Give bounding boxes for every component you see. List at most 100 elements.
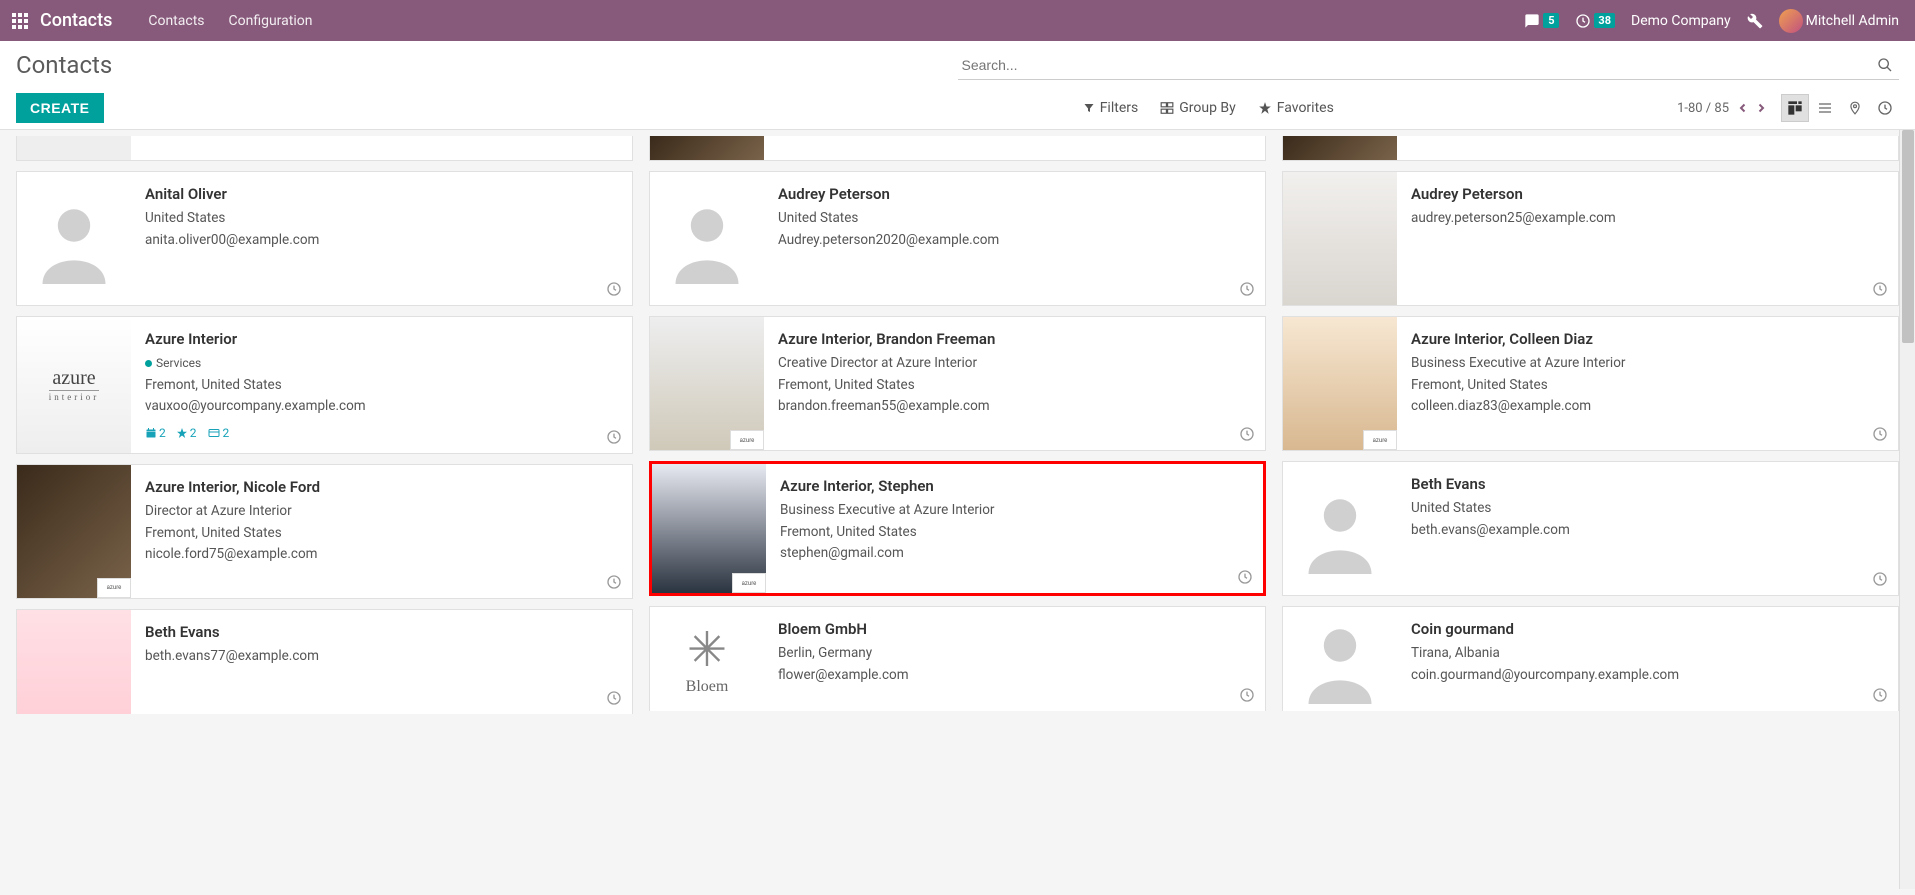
pager-next[interactable] [1755, 102, 1767, 114]
search-icon[interactable] [1871, 57, 1899, 73]
company-badge: azure [730, 430, 764, 450]
contact-photo: azure [17, 465, 131, 598]
contact-line: nicole.ford75@example.com [145, 544, 618, 566]
contact-line: United States [145, 208, 618, 230]
kanban-column: Audrey PetersonUnited StatesAudrey.peter… [649, 136, 1266, 869]
contact-photo: azure [1283, 317, 1397, 450]
contact-line: United States [1411, 498, 1884, 520]
contact-line: colleen.diaz83@example.com [1411, 396, 1884, 418]
company-switcher[interactable]: Demo Company [1625, 0, 1737, 41]
view-map[interactable] [1841, 94, 1869, 122]
view-list[interactable] [1811, 94, 1839, 122]
favorites-dropdown[interactable]: Favorites [1258, 100, 1334, 116]
debug-icon[interactable] [1741, 0, 1769, 41]
create-button[interactable]: CREATE [16, 93, 104, 123]
contact-name: Coin gourmand [1411, 617, 1884, 641]
contact-name: Azure Interior, Nicole Ford [145, 475, 618, 499]
contact-card[interactable]: azure Azure Interior, Brandon FreemanCre… [649, 316, 1266, 451]
indicator-star[interactable]: 2 [176, 424, 197, 443]
contact-photo [650, 172, 764, 305]
breadcrumb: Contacts [16, 51, 112, 79]
messages-icon[interactable]: 5 [1518, 0, 1565, 41]
contact-photo [17, 136, 131, 160]
user-avatar [1779, 9, 1803, 33]
contact-line: Creative Director at Azure Interior [778, 353, 1251, 375]
groupby-dropdown[interactable]: Group By [1160, 100, 1236, 116]
contact-card[interactable]: Beth EvansUnited Statesbeth.evans@exampl… [1282, 461, 1899, 596]
view-activity[interactable] [1871, 94, 1899, 122]
contact-line: Fremont, United States [778, 375, 1251, 397]
filters-dropdown[interactable]: Filters [1083, 100, 1139, 116]
indicator-card[interactable]: 2 [207, 424, 230, 443]
contact-name: Audrey Peterson [778, 182, 1251, 206]
contact-card[interactable]: Beth Evansbeth.evans77@example.com [16, 609, 633, 714]
indicator-calendar[interactable]: 2 [145, 424, 166, 443]
contact-card[interactable] [16, 136, 633, 161]
contact-name: Azure Interior [145, 327, 618, 351]
company-badge: azure [97, 578, 131, 598]
contact-name: Beth Evans [1411, 472, 1884, 496]
menu-configuration[interactable]: Configuration [217, 0, 325, 41]
contact-line: audrey.peterson25@example.com [1411, 208, 1884, 230]
contact-card[interactable]: ✳︎Bloem Bloem GmbHBerlin, Germanyflower@… [649, 606, 1266, 711]
kanban-column: Anital OliverUnited Statesanita.oliver00… [16, 136, 633, 869]
contact-photo [1283, 607, 1397, 711]
contact-line: flower@example.com [778, 665, 1251, 687]
contact-line: Business Executive at Azure Interior [780, 500, 1249, 522]
pager-text[interactable]: 1-80 / 85 [1677, 101, 1729, 116]
contact-line: Director at Azure Interior [145, 501, 618, 523]
contact-card[interactable]: azure Azure Interior, Nicole FordDirecto… [16, 464, 633, 599]
contact-card[interactable]: Audrey PetersonUnited StatesAudrey.peter… [649, 171, 1266, 306]
contact-line: vauxoo@yourcompany.example.com [145, 396, 618, 418]
filters-label: Filters [1100, 100, 1139, 116]
messages-badge: 5 [1543, 13, 1559, 28]
contact-line: brandon.freeman55@example.com [778, 396, 1251, 418]
app-brand[interactable]: Contacts [40, 10, 112, 31]
contact-line: coin.gourmand@yourcompany.example.com [1411, 665, 1884, 687]
contact-photo [650, 136, 764, 160]
contact-name: Bloem GmbH [778, 617, 1251, 641]
contact-photo: azure [652, 464, 766, 593]
pager-prev[interactable] [1737, 102, 1749, 114]
contact-card[interactable] [649, 136, 1266, 161]
vertical-scrollbar[interactable] [1899, 130, 1915, 889]
kanban-board[interactable]: Anital OliverUnited Statesanita.oliver00… [0, 130, 1915, 889]
activities-badge: 38 [1594, 13, 1615, 28]
activities-icon[interactable]: 38 [1569, 0, 1621, 41]
contact-card[interactable]: azureinterior Azure InteriorServicesFrem… [16, 316, 633, 454]
contact-tag: Services [145, 354, 201, 373]
view-switcher [1781, 94, 1899, 122]
contact-name: Azure Interior, Stephen [780, 474, 1249, 498]
contact-line: United States [778, 208, 1251, 230]
contact-line: stephen@gmail.com [780, 543, 1249, 565]
contact-line: Fremont, United States [145, 523, 618, 545]
contact-card[interactable]: azure Azure Interior, StephenBusiness Ex… [649, 461, 1266, 596]
favorites-label: Favorites [1277, 100, 1334, 116]
menu-contacts[interactable]: Contacts [136, 0, 216, 41]
contact-photo [17, 610, 131, 714]
contact-line: Business Executive at Azure Interior [1411, 353, 1884, 375]
contact-name: Beth Evans [145, 620, 618, 644]
view-kanban[interactable] [1781, 94, 1809, 122]
kanban-board-wrap: Anital OliverUnited Statesanita.oliver00… [0, 130, 1915, 889]
contact-line: beth.evans77@example.com [145, 646, 618, 668]
contact-line: Fremont, United States [145, 375, 618, 397]
scrollbar-thumb[interactable] [1902, 130, 1914, 343]
contact-card[interactable] [1282, 136, 1899, 161]
company-badge: azure [1363, 430, 1397, 450]
contact-line: Tirana, Albania [1411, 643, 1884, 665]
top-navbar: Contacts Contacts Configuration 5 38 Dem… [0, 0, 1915, 41]
contact-card[interactable]: Coin gourmandTirana, Albaniacoin.gourman… [1282, 606, 1899, 711]
contact-line: Fremont, United States [1411, 375, 1884, 397]
filter-bar: Filters Group By Favorites [1083, 100, 1334, 116]
apps-launcher-icon[interactable] [0, 13, 40, 29]
user-name: Mitchell Admin [1806, 13, 1899, 29]
contact-card[interactable]: azure Azure Interior, Colleen DiazBusine… [1282, 316, 1899, 451]
contact-name: Azure Interior, Brandon Freeman [778, 327, 1251, 351]
contact-card[interactable]: Anital OliverUnited Statesanita.oliver00… [16, 171, 633, 306]
search-input[interactable] [958, 51, 1872, 79]
user-menu[interactable]: Mitchell Admin [1773, 0, 1905, 41]
search-bar[interactable] [958, 51, 1900, 80]
contact-card[interactable]: Audrey Petersonaudrey.peterson25@example… [1282, 171, 1899, 306]
systray: 5 38 Demo Company Mitchell Admin [1518, 0, 1915, 41]
